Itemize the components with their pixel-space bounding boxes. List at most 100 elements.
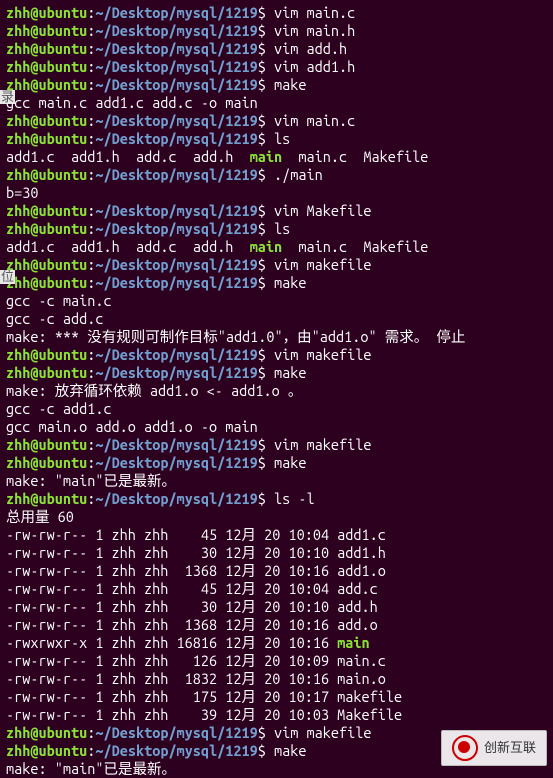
terminal-line: make: 放弃循环依赖 add1.o <- add1.o 。 <box>6 382 547 400</box>
prompt-at: @ <box>30 58 38 75</box>
terminal-line: b=30 <box>6 184 547 202</box>
watermark-badge: 创新互联 <box>441 730 547 766</box>
command-text: make <box>274 454 306 471</box>
command-text: vim add1.h <box>274 58 355 75</box>
prompt-at: @ <box>30 346 38 363</box>
terminal-line: zhh@ubuntu:~/Desktop/mysql/1219$ make <box>6 274 547 292</box>
prompt-path: ~/Desktop/mysql/1219 <box>95 724 257 741</box>
terminal-line: zhh@ubuntu:~/Desktop/mysql/1219$ vim Mak… <box>6 202 547 220</box>
prompt-path: ~/Desktop/mysql/1219 <box>95 112 257 129</box>
prompt-path: ~/Desktop/mysql/1219 <box>95 490 257 507</box>
prompt-path: ~/Desktop/mysql/1219 <box>95 364 257 381</box>
terminal-line: zhh@ubuntu:~/Desktop/mysql/1219$ make <box>6 76 547 94</box>
prompt-at: @ <box>30 436 38 453</box>
prompt-user: zhh <box>6 40 30 57</box>
prompt-at: @ <box>30 202 38 219</box>
ls-item: add.c <box>136 238 177 255</box>
prompt-path: ~/Desktop/mysql/1219 <box>95 4 257 21</box>
prompt-host: ubuntu <box>39 274 88 291</box>
prompt-host: ubuntu <box>39 22 88 39</box>
prompt-dollar: $ <box>258 364 266 381</box>
command-text: make <box>274 76 306 93</box>
prompt-path: ~/Desktop/mysql/1219 <box>95 742 257 759</box>
ui-fragment-2: 位 <box>0 270 15 284</box>
terminal-line: zhh@ubuntu:~/Desktop/mysql/1219$ vim mai… <box>6 112 547 130</box>
prompt-user: zhh <box>6 490 30 507</box>
terminal-line: 总用量 60 <box>6 508 547 526</box>
command-text: vim add.h <box>274 40 347 57</box>
terminal-line: -rw-rw-r-- 1 zhh zhh 1368 12月 20 10:16 a… <box>6 616 547 634</box>
command-text: vim main.c <box>274 4 355 21</box>
prompt-path: ~/Desktop/mysql/1219 <box>95 58 257 75</box>
terminal-line: zhh@ubuntu:~/Desktop/mysql/1219$ vim mak… <box>6 256 547 274</box>
prompt-path: ~/Desktop/mysql/1219 <box>95 454 257 471</box>
terminal-line: zhh@ubuntu:~/Desktop/mysql/1219$ make <box>6 364 547 382</box>
prompt-dollar: $ <box>258 724 266 741</box>
terminal-line: gcc -c main.c <box>6 292 547 310</box>
prompt-host: ubuntu <box>39 166 88 183</box>
prompt-at: @ <box>30 490 38 507</box>
prompt-at: @ <box>30 364 38 381</box>
terminal-line: zhh@ubuntu:~/Desktop/mysql/1219$ vim add… <box>6 40 547 58</box>
prompt-host: ubuntu <box>39 346 88 363</box>
ls-item: add1.h <box>71 238 120 255</box>
prompt-path: ~/Desktop/mysql/1219 <box>95 220 257 237</box>
prompt-path: ~/Desktop/mysql/1219 <box>95 202 257 219</box>
watermark-text: 创新互联 <box>484 739 536 757</box>
ls-item: add1.c <box>6 148 55 165</box>
ls-item: main <box>250 148 282 165</box>
prompt-dollar: $ <box>258 166 266 183</box>
prompt-user: zhh <box>6 112 30 129</box>
terminal-line: -rw-rw-r-- 1 zhh zhh 1832 12月 20 10:16 m… <box>6 670 547 688</box>
prompt-user: zhh <box>6 742 30 759</box>
terminal-line: -rw-rw-r-- 1 zhh zhh 45 12月 20 10:04 add… <box>6 526 547 544</box>
prompt-dollar: $ <box>258 202 266 219</box>
terminal-output-area[interactable]: zhh@ubuntu:~/Desktop/mysql/1219$ vim mai… <box>6 4 547 778</box>
prompt-path: ~/Desktop/mysql/1219 <box>95 256 257 273</box>
prompt-at: @ <box>30 166 38 183</box>
terminal-line: -rw-rw-r-- 1 zhh zhh 45 12月 20 10:04 add… <box>6 580 547 598</box>
prompt-at: @ <box>30 454 38 471</box>
command-text: ./main <box>274 166 323 183</box>
prompt-host: ubuntu <box>39 364 88 381</box>
prompt-host: ubuntu <box>39 202 88 219</box>
prompt-host: ubuntu <box>39 112 88 129</box>
terminal-line: gcc main.c add1.c add.c -o main <box>6 94 547 112</box>
terminal-line: -rw-rw-r-- 1 zhh zhh 1368 12月 20 10:16 a… <box>6 562 547 580</box>
prompt-dollar: $ <box>258 274 266 291</box>
prompt-path: ~/Desktop/mysql/1219 <box>95 22 257 39</box>
prompt-path: ~/Desktop/mysql/1219 <box>95 130 257 147</box>
prompt-host: ubuntu <box>39 76 88 93</box>
terminal-line: zhh@ubuntu:~/Desktop/mysql/1219$ vim mak… <box>6 346 547 364</box>
prompt-dollar: $ <box>258 76 266 93</box>
terminal-line: add1.c add1.h add.c add.h main main.c Ma… <box>6 238 547 256</box>
prompt-dollar: $ <box>258 436 266 453</box>
ls-item: add1.c <box>6 238 55 255</box>
prompt-at: @ <box>30 76 38 93</box>
prompt-user: zhh <box>6 130 30 147</box>
terminal-line: add1.c add1.h add.c add.h main main.c Ma… <box>6 148 547 166</box>
ls-long-perms: -rwxrwxr-x 1 zhh zhh 16816 12月 20 10:16 <box>6 634 337 651</box>
command-text: vim main.c <box>274 112 355 129</box>
command-text: ls <box>274 130 290 147</box>
terminal-line: gcc -c add1.c <box>6 400 547 418</box>
terminal-line: zhh@ubuntu:~/Desktop/mysql/1219$ vim add… <box>6 58 547 76</box>
command-text: make <box>274 274 306 291</box>
prompt-at: @ <box>30 4 38 21</box>
prompt-user: zhh <box>6 364 30 381</box>
prompt-dollar: $ <box>258 22 266 39</box>
command-text: vim main.h <box>274 22 355 39</box>
ls-long-exec-name: main <box>337 634 369 651</box>
prompt-dollar: $ <box>258 130 266 147</box>
ls-item: main.c <box>298 148 347 165</box>
prompt-dollar: $ <box>258 112 266 129</box>
prompt-host: ubuntu <box>39 130 88 147</box>
command-text: vim makefile <box>274 346 371 363</box>
terminal-line: zhh@ubuntu:~/Desktop/mysql/1219$ ls <box>6 130 547 148</box>
terminal-line: gcc -c add.c <box>6 310 547 328</box>
terminal-line: zhh@ubuntu:~/Desktop/mysql/1219$ ./main <box>6 166 547 184</box>
prompt-at: @ <box>30 724 38 741</box>
prompt-host: ubuntu <box>39 220 88 237</box>
terminal-line: zhh@ubuntu:~/Desktop/mysql/1219$ vim mai… <box>6 4 547 22</box>
prompt-host: ubuntu <box>39 256 88 273</box>
